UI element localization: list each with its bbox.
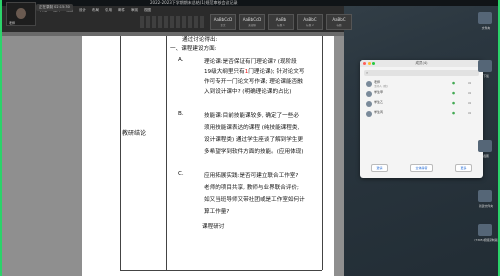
mic-icon[interactable]: ●: [452, 91, 455, 95]
doc-line: 设计课程类) 通过学生座谈了解到学生更: [204, 137, 304, 143]
table-border: [120, 36, 121, 270]
table-cell-label: 教研结论: [122, 130, 147, 137]
doc-line: 入到设计课中? (明确理论课的占比): [204, 89, 292, 95]
member-row[interactable]: 学生乙 ● ▭: [364, 99, 479, 109]
member-name: 学生丙: [374, 110, 384, 114]
styles-gallery: AaBbCcD 正文 AaBbCcD 无间隔 AaBb 标题 1 AaBbC 标题 2 …: [210, 14, 352, 30]
avatar: [366, 111, 372, 117]
ribbon-tab[interactable]: 视图: [144, 8, 151, 14]
doc-line: 应用拓展实践:是否可建立联合工作室?: [204, 173, 299, 179]
style-option[interactable]: AaBbC 标题: [326, 14, 352, 30]
member-name: 学生乙: [374, 100, 384, 104]
doc-line: 须用技能课表达的课程 (纯技能课程类,: [204, 125, 300, 131]
panel-header: 成员(4): [360, 60, 483, 67]
ribbon-tab[interactable]: 引用: [105, 8, 112, 14]
video-file-icon[interactable]: [478, 224, 492, 236]
doc-line: 19级大纲里只有1门理论课); 针对论文写: [204, 69, 305, 75]
member-name: 学生甲: [374, 90, 384, 94]
style-option[interactable]: AaBb 标题 1: [268, 14, 294, 30]
item-letter: A.: [178, 57, 184, 63]
camera-icon[interactable]: ▭: [468, 91, 471, 95]
format-toolbar[interactable]: [140, 16, 205, 28]
panel-title: 成员(4): [415, 61, 428, 65]
table-border: [322, 36, 323, 270]
members-panel: 成员(4) ⌕ 老师 主持人, (我) ● ▭ 学生甲 ● ▭ 学生乙 ● ▭ …: [360, 60, 483, 178]
desktop-icon-label: 下载: [483, 74, 489, 78]
camera-icon[interactable]: ▭: [468, 101, 471, 105]
table-border: [120, 270, 322, 271]
style-option[interactable]: AaBbC 标题 2: [297, 14, 323, 30]
participant-avatar: [16, 8, 26, 19]
doc-line: 算工作量?: [204, 209, 230, 215]
webcam-name: 老师: [9, 21, 16, 25]
doc-line: 课程研讨: [202, 224, 225, 230]
doc-line: 技能课:目前技能课较多, 确定了一些必: [204, 113, 299, 119]
section-heading: 一、课程建设方面:: [170, 46, 217, 52]
desktop-icon-label: 文件夹: [481, 26, 491, 30]
share-frame-border: [0, 0, 2, 276]
desktop-icon-label: (7305)视频录制版: [474, 238, 498, 242]
word-window: 开始 插入 绘图 设计 布局 引用 邮件 审阅 视图 AaBbCcD正文 AaB…: [0, 6, 352, 276]
mic-icon[interactable]: ●: [452, 81, 455, 85]
camera-icon[interactable]: ▭: [468, 111, 471, 115]
style-option[interactable]: AaBbCcD 无间隔: [239, 14, 265, 30]
doc-line: 多希望学到软件方面的技能。(应用体现): [204, 149, 304, 155]
member-row[interactable]: 学生丙 ● ▭: [364, 109, 479, 119]
member-search-input[interactable]: ⌕: [364, 70, 479, 76]
ribbon-tab[interactable]: 布局: [92, 8, 99, 14]
style-option[interactable]: AaBbCcD 正文: [210, 14, 236, 30]
mute-all-button[interactable]: 全体静音: [410, 164, 433, 172]
avatar: [366, 91, 372, 97]
search-icon: ⌕: [366, 70, 369, 75]
avatar: [366, 81, 372, 87]
item-letter: C.: [178, 171, 184, 177]
mic-icon[interactable]: ●: [452, 101, 455, 105]
image-icon[interactable]: [478, 140, 492, 152]
ribbon-tab[interactable]: 邮件: [118, 8, 125, 14]
camera-icon[interactable]: ▭: [468, 81, 471, 85]
member-role: 主持人, (我): [374, 85, 388, 88]
mic-icon[interactable]: ●: [452, 111, 455, 115]
document-page[interactable]: 教研结论 通过讨论得出: 一、课程建设方面: A. 理论课:是否保证有门理论课?…: [82, 36, 334, 276]
webcam-preview[interactable]: 老师: [6, 2, 36, 26]
folder-icon[interactable]: [478, 12, 492, 24]
member-row[interactable]: 老师 主持人, (我) ● ▭: [364, 79, 479, 89]
ribbon-tab[interactable]: 设计: [79, 8, 86, 14]
folder-icon[interactable]: [478, 190, 492, 202]
member-row[interactable]: 学生甲 ● ▭: [364, 89, 479, 99]
ribbon-tab[interactable]: 审阅: [131, 8, 138, 14]
doc-line: 通过讨论得出:: [182, 37, 218, 43]
doc-line: 如又当班导师又带社团或是工作室如何计: [204, 197, 305, 203]
doc-line: 老师的项目共享, 教师与业界联合评价;: [204, 185, 299, 191]
avatar: [366, 101, 372, 107]
item-letter: B.: [178, 111, 184, 117]
desktop-icon-label: 新建文件夹: [479, 204, 493, 208]
panel-footer: 邀请 全体静音 更多: [360, 164, 483, 172]
invite-button[interactable]: 邀请: [371, 164, 388, 172]
recording-badge[interactable]: 正在录制 02:15:30: [36, 4, 73, 11]
folder-icon[interactable]: [478, 60, 492, 72]
doc-line: 理论课:是否保证有门理论课? (现阶段: [204, 59, 297, 65]
doc-line: 作可专开一门论文写作课; 理论课能否融: [204, 79, 303, 85]
more-button[interactable]: 更多: [455, 164, 472, 172]
table-border: [166, 36, 167, 270]
desktop-icon-label: 截图: [483, 154, 489, 158]
